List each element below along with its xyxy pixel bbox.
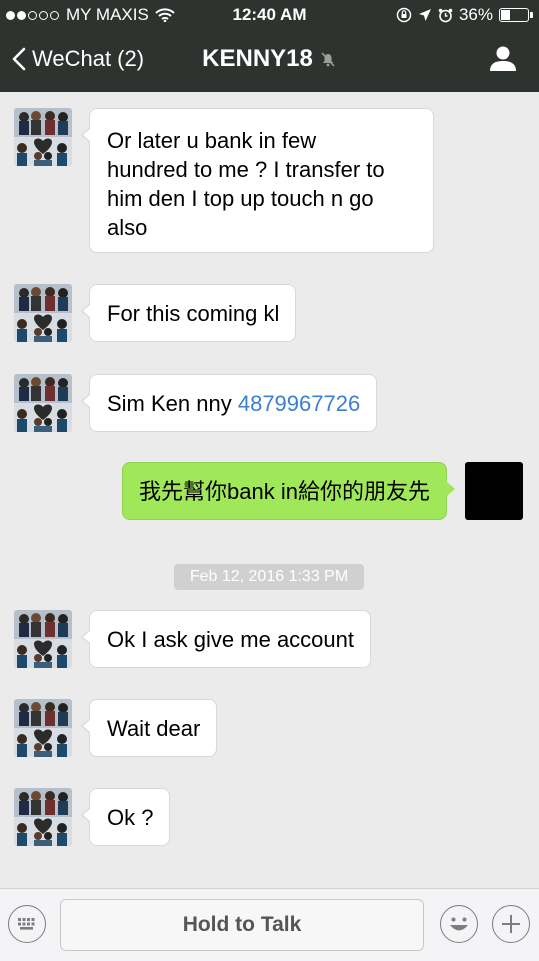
- contact-avatar[interactable]: [14, 374, 72, 432]
- keyboard-icon: [18, 918, 35, 930]
- message-bubble[interactable]: Ok ?: [80, 788, 171, 846]
- nav-bar: WeChat (2) KENNY18: [0, 30, 539, 92]
- battery-percent: 36%: [458, 5, 493, 24]
- contact-avatar[interactable]: [14, 610, 72, 668]
- muted-bell-icon: [321, 52, 335, 67]
- chat-title-text: KENNY18: [202, 45, 313, 72]
- message-bubble-outgoing[interactable]: 我先幫你bank in給你的朋友先: [122, 462, 455, 520]
- message-text: Ok ?: [107, 805, 154, 830]
- status-right: 36%: [396, 5, 533, 25]
- contact-avatar[interactable]: [14, 699, 72, 757]
- status-bar: MY MAXIS 12:40 AM 36%: [0, 0, 539, 30]
- keyboard-toggle-button[interactable]: [8, 905, 46, 943]
- chat-title: KENNY18: [0, 45, 539, 73]
- add-button[interactable]: [492, 905, 530, 943]
- rotation-lock-icon: [396, 7, 412, 23]
- message-bubble[interactable]: Sim Ken nny 4879967726: [80, 374, 378, 432]
- plus-icon: [502, 915, 520, 933]
- message-bubble[interactable]: Ok I ask give me account: [81, 610, 371, 668]
- alarm-icon: [438, 8, 453, 22]
- input-bar: Hold to Talk: [0, 888, 539, 961]
- battery-level: [501, 10, 510, 20]
- battery-icon: [499, 8, 533, 22]
- message-line: Or later u bank in few: [107, 128, 317, 153]
- my-avatar[interactable]: [465, 462, 523, 520]
- message-text: Sim Ken nny: [107, 391, 238, 416]
- profile-button[interactable]: [489, 44, 517, 77]
- message-text: Ok I ask give me account: [107, 627, 354, 652]
- contact-avatar[interactable]: [14, 788, 72, 846]
- message-text: 我先幫你bank in給你的朋友先: [139, 479, 430, 504]
- person-icon: [490, 46, 516, 71]
- hold-to-talk-button[interactable]: Hold to Talk: [60, 899, 424, 951]
- message-text: For this coming kl: [107, 301, 280, 326]
- message-bubble[interactable]: Or later u bank in few hundred to me ? I…: [81, 108, 434, 253]
- location-arrow-icon: [418, 9, 431, 21]
- message-line: him den I top up touch n go: [107, 186, 374, 211]
- message-line: hundred to me ? I transfer to: [107, 157, 385, 182]
- message-bubble[interactable]: Wait dear: [80, 699, 218, 757]
- contact-avatar[interactable]: [14, 108, 72, 166]
- contact-avatar[interactable]: [14, 284, 72, 342]
- message-text: Wait dear: [107, 716, 201, 741]
- message-line: also: [107, 215, 148, 240]
- message-bubble[interactable]: For this coming kl: [80, 284, 297, 342]
- chat-messages[interactable]: Or later u bank in few hundred to me ? I…: [0, 92, 539, 888]
- chat-title-group: KENNY18: [202, 45, 337, 73]
- phone-number-link[interactable]: 4879967726: [238, 391, 360, 416]
- emoji-button[interactable]: [440, 905, 478, 943]
- smiley-icon: [450, 917, 468, 931]
- timestamp-label: Feb 12, 2016 1:33 PM: [174, 564, 364, 590]
